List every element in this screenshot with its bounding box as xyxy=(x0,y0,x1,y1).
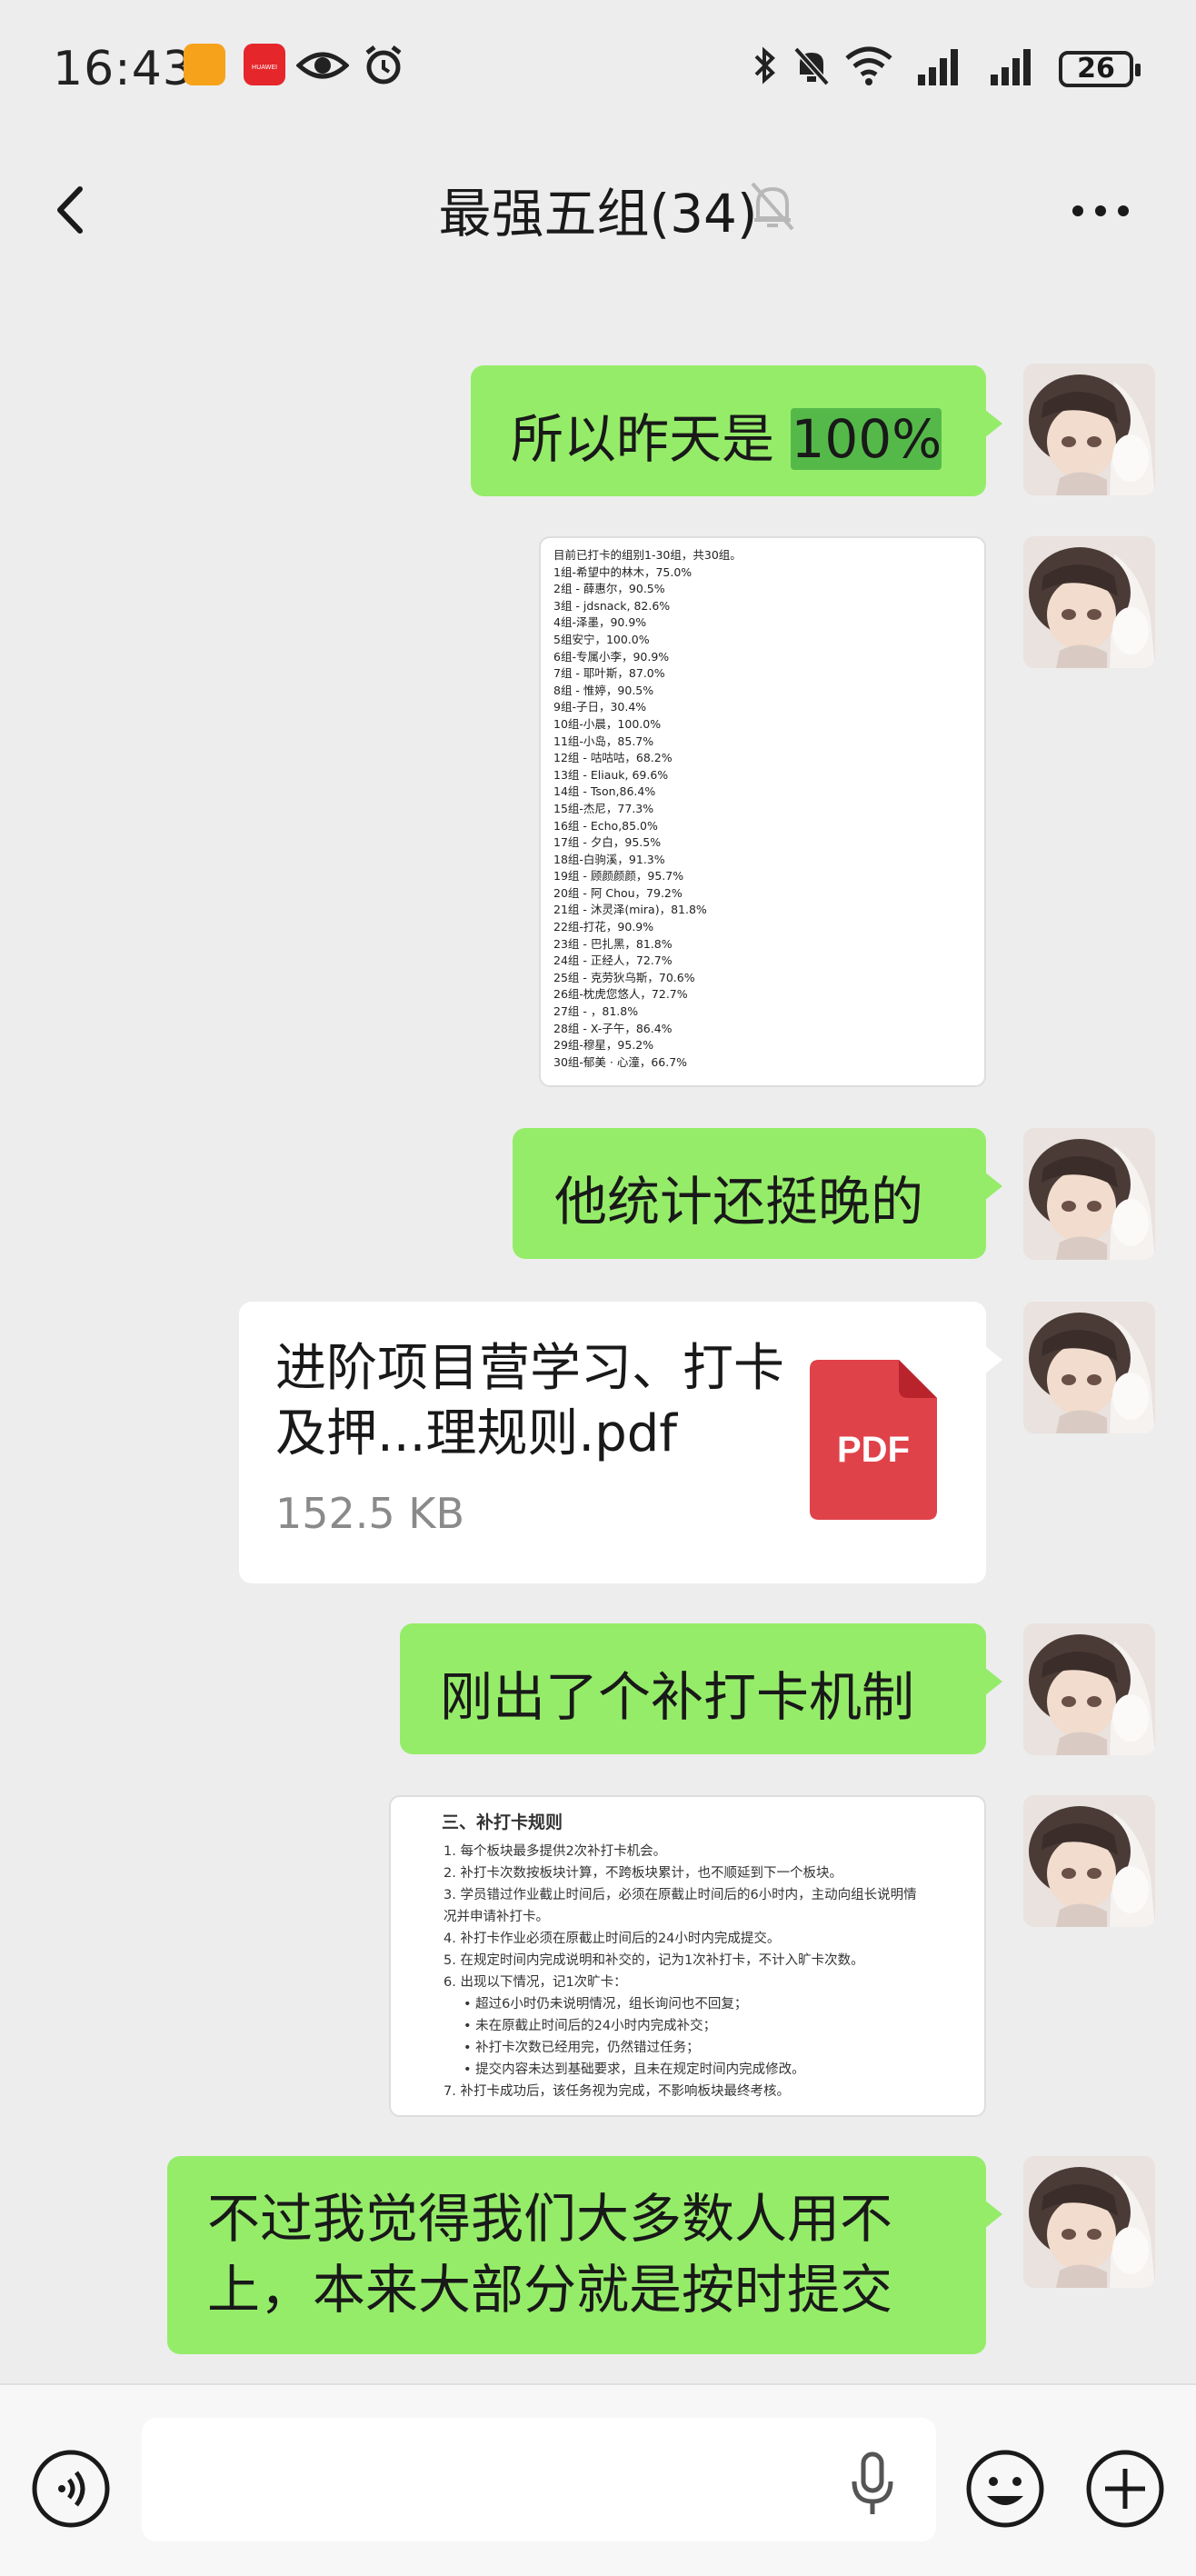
alarm-icon xyxy=(365,45,402,85)
image-text-line: 23组 - 巴扎黑，81.8% xyxy=(553,936,673,951)
image-text-line: 4组-泽墨，90.9% xyxy=(553,615,647,630)
image-text-line: 况并申请补打卡。 xyxy=(444,1910,549,1924)
message-bubble[interactable]: 他统计还挺晚的 xyxy=(513,1128,1002,1259)
message-input[interactable] xyxy=(142,2418,936,2541)
wifi-icon xyxy=(845,46,892,85)
message-text-part: 所以昨天是 xyxy=(511,408,792,470)
file-size: 152.5 KB xyxy=(275,1489,465,1538)
bluetooth-icon xyxy=(754,46,775,85)
image-text-line: 20组 - 阿 Chou，79.2% xyxy=(553,885,683,900)
message-text: 他统计还挺晚的 xyxy=(554,1171,924,1233)
eye-icon xyxy=(296,52,349,79)
muted-bell-icon xyxy=(751,182,794,231)
image-text-line: 5组安宁，100.0% xyxy=(553,632,650,646)
image-text-line: 6. 出现以下情况，记1次旷卡： xyxy=(444,1975,627,1990)
image-text-line: 15组-杰尼，77.3% xyxy=(553,801,654,815)
image-text-line: 3组 - jdsnack, 82.6% xyxy=(553,598,671,613)
image-text-line: • 提交内容未达到基础要求，且未在规定时间内完成修改。 xyxy=(463,2062,805,2077)
image-text-line: 2. 补打卡次数按板块计算，不跨板块累计，也不顺延到下一个板块。 xyxy=(444,1866,842,1881)
pdf-badge: PDF xyxy=(837,1430,910,1470)
image-message-rules[interactable]: 三、补打卡规则 1. 每个板块最多提供2次补打卡机会。 2. 补打卡次数按板块计算… xyxy=(389,1795,986,2117)
image-text-line: 13组 - Eliauk, 69.6% xyxy=(553,767,669,782)
avatar[interactable] xyxy=(1023,2156,1155,2288)
image-text-line: 11组-小岛，85.7% xyxy=(553,734,654,748)
huawei-app-icon: HUAWEI xyxy=(244,44,285,85)
image-text-content: 三、补打卡规则 1. 每个板块最多提供2次补打卡机会。 2. 补打卡次数按板块计算… xyxy=(391,1797,984,2115)
rules-title: 三、补打卡规则 xyxy=(442,1812,563,1832)
image-text-line: 24组 - 正经人，72.7% xyxy=(553,954,673,968)
status-time: 16:43 xyxy=(53,42,194,96)
more-icon[interactable] xyxy=(1069,193,1132,229)
avatar[interactable] xyxy=(1023,1128,1155,1260)
chat-header: 最强五组(34) xyxy=(0,136,1196,282)
signal-icon xyxy=(991,49,1031,85)
avatar[interactable] xyxy=(1023,1795,1155,1927)
message-text: 刚出了个补打卡机制 xyxy=(440,1666,915,1728)
file-message[interactable]: 进阶项目营学习、打卡及押...理规则.pdf 152.5 KB PDF xyxy=(239,1302,1002,1583)
image-text-line: 7. 补打卡成功后，该任务视为完成，不影响板块最终考核。 xyxy=(444,2084,790,2099)
message-text: 所以昨天是 100% xyxy=(511,396,942,473)
chat-title: 最强五组(34) xyxy=(438,183,758,245)
image-text-content: 目前已打卡的组别1-30组，共30组。 1组-希望中的林木，75.0% 2组 - 薛… xyxy=(541,538,984,1080)
image-text-line: 22组-打花，90.9% xyxy=(553,920,654,934)
image-text-line: 14组 - Tson,86.4% xyxy=(553,784,656,799)
message-text: 不过我觉得我们大多数人用不上，本来大部分就是按时提交 xyxy=(207,2188,893,2321)
signal-icon xyxy=(918,49,958,85)
status-bar: 16:43 HUAWEI 26 xyxy=(0,0,1196,136)
plus-icon[interactable] xyxy=(1085,2449,1165,2529)
mute-icon xyxy=(793,46,830,86)
image-text-line: 16组 - Echo,85.0% xyxy=(553,818,658,833)
image-text-line: 28组 - X-子午，86.4% xyxy=(553,1021,673,1035)
image-text-line: 25组 - 克劳狄乌斯，70.6% xyxy=(553,970,695,984)
image-message-group-stats[interactable]: 目前已打卡的组别1-30组，共30组。 1组-希望中的林木，75.0% 2组 - 薛… xyxy=(539,536,986,1087)
image-text-line: 18组-白驹溪，91.3% xyxy=(553,852,665,866)
pdf-file-icon: PDF xyxy=(810,1360,937,1520)
app-icon xyxy=(184,44,225,85)
emoji-icon[interactable] xyxy=(965,2449,1045,2529)
image-text-line: 3. 学员错过作业截止时间后，必须在原截止时间后的6小时内，主动向组长说明情 xyxy=(444,1888,917,1902)
image-text-line: 19组 - 顾颜颜颜，95.7% xyxy=(553,869,684,884)
image-text-line: 6组-专属小李，90.9% xyxy=(553,649,670,664)
image-text-line: • 超过6小时仍未说明情况，组长询问也不回复； xyxy=(463,1997,748,2012)
image-text-line: 10组-小晨，100.0% xyxy=(553,716,662,731)
image-text-line: 12组 - 咕咕咕，68.2% xyxy=(553,751,673,765)
voice-icon[interactable] xyxy=(31,2449,111,2529)
input-bar xyxy=(0,2383,1196,2576)
highlighted-text: 100% xyxy=(791,408,942,470)
avatar[interactable] xyxy=(1023,364,1155,495)
message-bubble[interactable]: 不过我觉得我们大多数人用不上，本来大部分就是按时提交 xyxy=(167,2156,1002,2354)
microphone-icon[interactable] xyxy=(845,2449,900,2521)
image-text-line: 5. 在规定时间内完成说明和补交的，记为1次补打卡，不计入旷卡次数。 xyxy=(444,1953,864,1968)
image-text-line: 30组-郁美 · 心潼，66.7% xyxy=(553,1054,688,1069)
rules-lines: 1. 每个板块最多提供2次补打卡机会。 2. 补打卡次数按板块计算，不跨板块累计，… xyxy=(444,1841,932,2102)
image-text-line: 1组-希望中的林木，75.0% xyxy=(553,564,693,579)
message-bubble[interactable]: 刚出了个补打卡机制 xyxy=(400,1623,1002,1754)
huawei-app-label: HUAWEI xyxy=(251,64,278,71)
image-text-line: 21组 - 沐灵泽(mira)，81.8% xyxy=(553,903,707,917)
image-text-line: 8组 - 惟婷，90.5% xyxy=(553,683,654,697)
image-text-line: 17组 - 夕白，95.5% xyxy=(553,835,662,850)
battery-icon: 26 xyxy=(1059,51,1141,87)
image-text-line: 9组-子日，30.4% xyxy=(553,700,647,714)
avatar[interactable] xyxy=(1023,536,1155,668)
image-text-line: 26组-枕虎您悠人，72.7% xyxy=(553,987,688,1002)
image-text-line: 7组 - 耶叶斯，87.0% xyxy=(553,666,665,681)
message-bubble[interactable]: 所以昨天是 100% xyxy=(471,365,1002,496)
avatar[interactable] xyxy=(1023,1623,1155,1755)
image-text-line: 2组 - 薛惠尔，90.5% xyxy=(553,582,665,596)
image-text-line: 27组 - ，81.8% xyxy=(553,1004,639,1019)
image-text-line: 目前已打卡的组别1-30组，共30组。 xyxy=(553,548,742,562)
image-text-line: • 补打卡次数已经用完，仍然错过任务； xyxy=(463,2041,700,2055)
image-text-line: • 未在原截止时间后的24小时内完成补交； xyxy=(463,2019,717,2033)
image-text-line: 29组-穆星，95.2% xyxy=(553,1038,654,1053)
image-text-line: 4. 补打卡作业必须在原截止时间后的24小时内完成提交。 xyxy=(444,1932,781,1946)
avatar[interactable] xyxy=(1023,1302,1155,1433)
image-text-line: 1. 每个板块最多提供2次补打卡机会。 xyxy=(444,1844,667,1859)
file-name: 进阶项目营学习、打卡及押...理规则.pdf xyxy=(275,1339,784,1463)
